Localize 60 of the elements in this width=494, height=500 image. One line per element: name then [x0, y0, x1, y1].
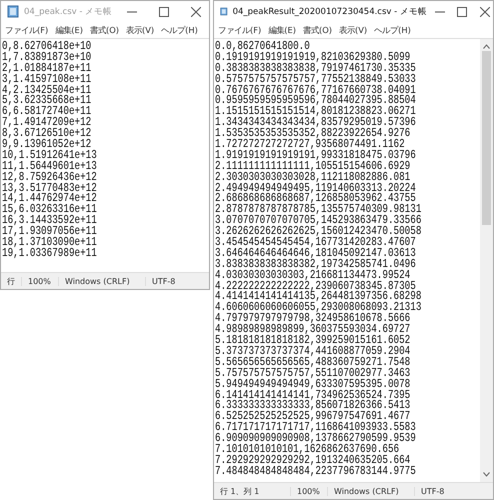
text-line: 0,8.62706418e+10	[2, 40, 92, 53]
status-text: 行 1、列 1	[219, 486, 260, 496]
text-line: 2.494949494949495,119140603313.20224	[215, 182, 417, 195]
scroll-up-icon[interactable]	[483, 44, 490, 49]
notepad-icon	[220, 5, 228, 18]
scrollbar[interactable]	[480, 39, 493, 482]
text-line: 11,1.56449601e+13	[2, 160, 98, 173]
text-line: 5.757575757575757,551107002977.3463	[215, 366, 412, 380]
text-line: 12,8.75926436e+12	[2, 170, 98, 184]
text-line: 0.1919191919191919,82103629380.5099	[215, 50, 410, 64]
text-line: 7.1010101010101,1626862637690.656	[215, 442, 400, 456]
menu-item[interactable]: ヘルプ(H)	[374, 24, 411, 36]
menu-item[interactable]: 編集(E)	[55, 24, 83, 36]
text-line: 5.373737373737374,441608877059.2904	[215, 344, 412, 358]
text-line: 0.3838383838383838,79197461730.35335	[215, 62, 417, 75]
text-line: 3.646464646464646,181045092147.03613	[215, 246, 417, 260]
status-text: 100%	[290, 486, 327, 496]
menu-item[interactable]: 書式(O)	[302, 24, 332, 36]
text-line: 1,7.83891873e+10	[2, 50, 92, 64]
menu-item[interactable]: ファイル(F)	[5, 24, 48, 36]
text-line: 3,1.41597108e+11	[2, 72, 92, 86]
text-line: 2,1.01884187e+11	[2, 62, 92, 75]
text-line: 10,1.51912641e+13	[2, 148, 98, 162]
text-line: 5.565656565656565,488360759271.7548	[215, 356, 412, 369]
status-text: 行	[6, 276, 16, 286]
status-text: UTF-8	[145, 276, 198, 286]
menu-item[interactable]: 編集(E)	[268, 24, 296, 36]
close-icon[interactable]	[480, 6, 490, 16]
close-icon[interactable]	[190, 6, 200, 16]
menu-item[interactable]: ファイル(F)	[218, 24, 262, 36]
menu-item[interactable]: ヘルプ(H)	[161, 24, 198, 36]
text-line: 13,3.51770483e+12	[2, 182, 98, 195]
window-title: 04_peak.csv - メモ帳	[24, 6, 113, 18]
window-title: 04_peakResult_20200107230454.csv - メモ帳	[232, 6, 427, 18]
scroll-down-icon[interactable]	[483, 472, 490, 477]
text-line: 0.0,86270641800.0	[215, 40, 310, 53]
status-text: Windows (CRLF)	[327, 486, 414, 496]
text-line: 0.7676767676767676,77167660738.04091	[215, 84, 417, 97]
menu-item[interactable]: 書式(O)	[90, 24, 119, 36]
maximize-icon[interactable]	[457, 6, 468, 16]
status-text: UTF-8	[414, 486, 467, 496]
text-line: 6.141414141414141,734962536524.7395	[215, 388, 412, 402]
text-line: 2.3030303030303028,112118082886.081	[215, 170, 410, 184]
maximize-icon[interactable]	[158, 6, 168, 16]
text-line: 2.111111111111111,105515154606.6929	[215, 160, 410, 173]
text-line: 3.8383838383838382,197342585741.0496	[215, 258, 417, 271]
text-line: 4,2.13425504e+11	[2, 84, 92, 97]
text-line: 0.5757575757575757,77552138849.53033	[215, 72, 417, 86]
menu-item[interactable]: 表示(V)	[126, 24, 154, 36]
scroll-thumb[interactable]	[482, 51, 491, 225]
text-line: 5.949494949494949,633307595395.0078	[215, 378, 412, 391]
status-text: 100%	[21, 276, 58, 286]
menu-item[interactable]: 表示(V)	[338, 24, 368, 36]
text-line: 7.292929292929292,1913240635205.664	[215, 454, 410, 467]
text-line: 1.9191919191919191,99331818475.03796	[215, 148, 417, 162]
text-line: 7.484848484848484,2237796783144.9775	[215, 464, 417, 479]
status-text: Windows (CRLF)	[58, 276, 145, 286]
text-line: 19,1.03367989e+11	[2, 246, 98, 262]
text-line: 4.03030303030303,216681134473.99524	[215, 268, 410, 282]
notepad-icon	[7, 5, 19, 18]
